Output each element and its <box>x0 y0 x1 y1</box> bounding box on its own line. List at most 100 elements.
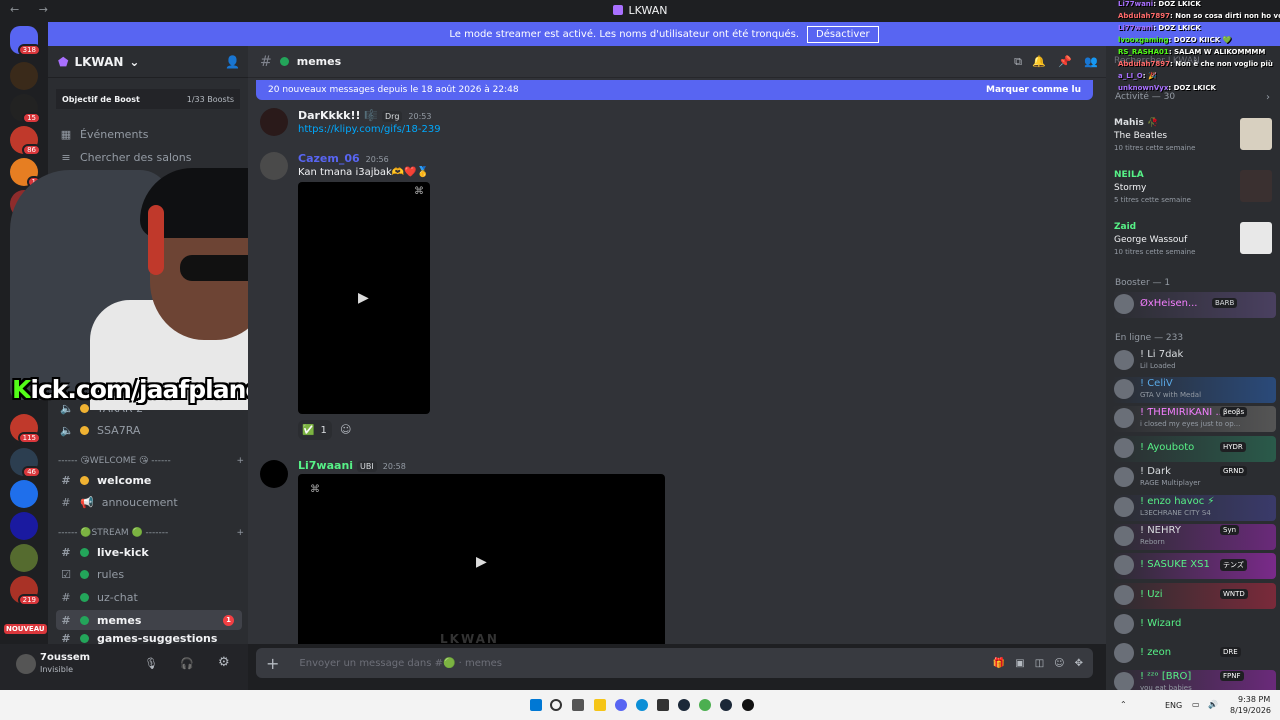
status-dot <box>80 592 89 602</box>
gif-icon[interactable]: ▣ <box>1015 658 1024 669</box>
disable-streamer-button[interactable]: Désactiver <box>807 25 879 43</box>
video-embed[interactable]: ⌘ ▶ LKWAN <box>298 474 665 644</box>
gear-icon[interactable]: ⚙ <box>218 655 230 670</box>
chevron-down-icon: ⌄ <box>129 54 140 69</box>
channel-welcome[interactable]: # welcome <box>56 470 242 490</box>
server-icon[interactable]: 219 <box>10 576 41 606</box>
nav-arrows[interactable]: ← → <box>10 3 56 16</box>
events-item[interactable]: ▦ Événements <box>56 124 242 144</box>
threads-icon[interactable]: ⧉ <box>1014 55 1022 69</box>
member-item[interactable]: ! CeliV GTA V with Medal <box>1112 377 1276 403</box>
clock-time[interactable]: 9:38 PM <box>1238 695 1270 704</box>
message-author[interactable]: Li7waani <box>298 459 353 472</box>
member-item[interactable]: ! ƬHEMIRIKANI ... βeoβs i closed my eyes j… <box>1112 406 1276 432</box>
member-item[interactable]: ! Li 7dak Lil Loaded <box>1112 348 1276 374</box>
plus-icon[interactable]: + <box>236 528 244 538</box>
task-view-icon[interactable] <box>572 699 584 711</box>
activity-card[interactable]: Zaid George Wassouf 10 titres cette sema… <box>1110 222 1276 268</box>
channel-memes[interactable]: # memes 1 <box>56 610 242 630</box>
server-icon[interactable]: 115 <box>10 414 41 444</box>
channel-uz-chat[interactable]: # uz-chat <box>56 587 242 607</box>
bell-icon[interactable]: 🔔 <box>1032 55 1046 68</box>
avatar[interactable] <box>260 460 288 488</box>
message-author[interactable]: DarKkkk!! 🎼 <box>298 109 378 122</box>
member-item[interactable]: ! Dark GRND RAGE Multiplayer <box>1112 465 1276 491</box>
message-link[interactable]: https://klipy.com/gifs/18-239 <box>298 124 441 135</box>
plus-icon[interactable]: + <box>266 654 279 673</box>
member-status: Lil Loaded <box>1140 362 1176 370</box>
network-icon[interactable]: ▭ <box>1192 700 1200 709</box>
edge-icon[interactable] <box>636 699 648 711</box>
category-welcome[interactable]: ------ 😘WELCOME 😘 ------ + <box>58 456 244 466</box>
headphones-icon[interactable]: 🎧 <box>180 657 194 670</box>
channel-games-suggestions[interactable]: # games-suggestions <box>56 632 242 644</box>
play-icon[interactable]: ▶ <box>358 290 369 306</box>
composer-placeholder[interactable]: Envoyer un message dans #🟢 · memes <box>289 658 982 669</box>
channel-announcement[interactable]: # 📢 annoucement <box>56 492 242 512</box>
app-icon[interactable] <box>657 699 669 711</box>
file-explorer-icon[interactable] <box>594 699 606 711</box>
member-item[interactable]: ! NEHRY Syn Reborn <box>1112 524 1276 550</box>
avatar[interactable] <box>260 152 288 180</box>
server-icon[interactable]: 86 <box>10 126 41 156</box>
emoji-icon[interactable]: ☺ <box>1054 658 1064 669</box>
chevron-up-icon[interactable]: ⌃ <box>1120 700 1127 709</box>
member-name: ! CeliV <box>1140 378 1173 389</box>
server-header[interactable]: ⬟ LKWAN ⌄ 👤 <box>48 46 248 78</box>
member-item[interactable]: ! ᶻᶻᵒ [BRO] FPNF you eat babies <box>1112 670 1276 690</box>
member-status: RAGE Multiplayer <box>1140 479 1201 487</box>
member-item[interactable]: ! Uzi WNTD <box>1112 583 1276 609</box>
add-member-icon[interactable]: 👤 <box>225 55 240 69</box>
overlay-chat-line: Li77wani: DOZ LKICK <box>1118 24 1201 32</box>
channel-live-kick[interactable]: # live-kick <box>56 542 242 562</box>
member-item[interactable]: ! zeon DRE <box>1112 641 1276 667</box>
search-icon[interactable] <box>550 699 562 711</box>
server-icon[interactable] <box>10 62 38 90</box>
add-reaction-icon[interactable]: ☺ <box>340 423 351 436</box>
members-icon[interactable]: 👥 <box>1084 55 1098 68</box>
discord-icon[interactable] <box>615 699 627 711</box>
message-composer[interactable]: + Envoyer un message dans #🟢 · memes 🎁 ▣… <box>256 648 1093 678</box>
clock-date[interactable]: 8/19/2026 <box>1230 706 1271 715</box>
message-author[interactable]: Cazem_06 <box>298 152 360 165</box>
microphone-icon[interactable]: 🎙 <box>144 657 158 670</box>
windows-start-icon[interactable] <box>530 699 542 711</box>
language-indicator[interactable]: ENG <box>1165 701 1182 710</box>
steam-icon[interactable] <box>678 699 690 711</box>
server-icon[interactable] <box>10 480 38 508</box>
mark-read-button[interactable]: Marquer comme lu <box>986 85 1081 95</box>
member-item[interactable]: ! SASUKE XS1 テンズ <box>1112 553 1276 579</box>
avatar[interactable] <box>16 654 36 674</box>
server-icon[interactable]: 15 <box>10 94 41 124</box>
sticker-icon[interactable]: ◫ <box>1035 658 1044 669</box>
plus-icon[interactable]: + <box>236 456 244 466</box>
member-item[interactable]: ! enzo havoc ⚡ L3ECHRANE CITY S4 <box>1112 495 1276 521</box>
home-button[interactable]: 318 <box>10 26 41 56</box>
member-tag: Syn <box>1220 525 1240 535</box>
server-icon[interactable] <box>10 512 38 540</box>
play-icon[interactable]: ▶ <box>476 554 487 570</box>
avatar <box>1114 526 1134 546</box>
chrome-icon[interactable] <box>699 699 711 711</box>
server-icon[interactable] <box>10 544 38 572</box>
voice-channel[interactable]: 🔈 SSA7RA <box>56 420 242 440</box>
category-stream[interactable]: ------ 🟢STREAM 🟢 ------- + <box>58 528 244 538</box>
member-item[interactable]: ! Ayouboto HYDR <box>1112 436 1276 462</box>
channel-rules[interactable]: ☑ rules <box>56 564 242 584</box>
server-icon[interactable]: 46 <box>10 448 41 478</box>
new-messages-bar[interactable]: 20 nouveaux messages depuis le 18 août 2… <box>256 80 1093 100</box>
pin-icon[interactable]: 📌 <box>1058 55 1072 68</box>
volume-icon[interactable]: 🔊 <box>1208 700 1218 709</box>
obs-icon[interactable] <box>742 699 754 711</box>
avatar[interactable] <box>260 108 288 136</box>
boost-goal[interactable]: Objectif de Boost 1/33 Boosts <box>56 89 240 109</box>
steam-icon[interactable] <box>720 699 732 711</box>
member-item[interactable]: ! Wizard <box>1112 612 1276 638</box>
gift-icon[interactable]: 🎁 <box>993 658 1005 669</box>
activity-card[interactable]: NEILA Stormy 5 titres cette semaine <box>1110 170 1276 216</box>
apps-icon[interactable]: ✥ <box>1075 658 1083 669</box>
video-embed[interactable]: ⌘ ▶ <box>298 182 430 414</box>
reaction-chip[interactable]: ✅ 1 <box>298 420 332 440</box>
activity-card[interactable]: Mahis 🥀 The Beatles 10 titres cette sema… <box>1110 118 1276 164</box>
member-item[interactable]: ØxHeisen... BARB <box>1112 292 1276 318</box>
